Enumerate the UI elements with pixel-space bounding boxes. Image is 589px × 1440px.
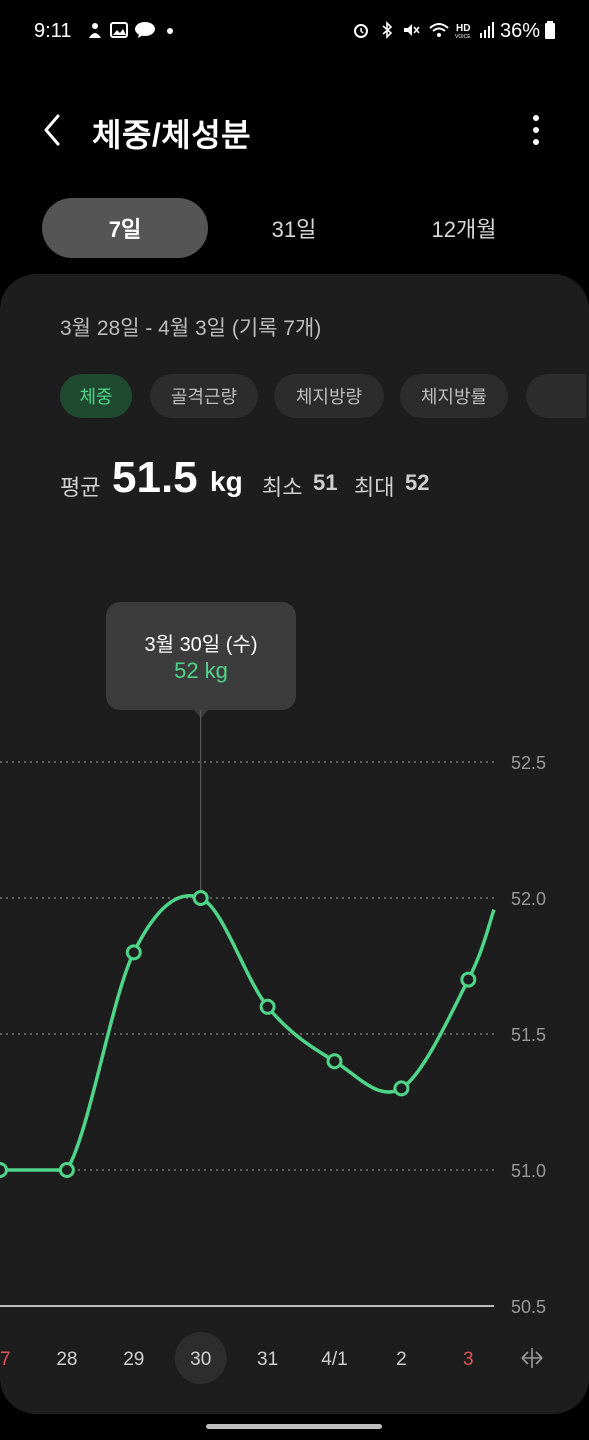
average-label: 평균 (60, 475, 101, 500)
x-tick-label[interactable]: 28 (56, 1349, 77, 1370)
data-point[interactable] (0, 1162, 8, 1178)
chip-skeletal-muscle[interactable]: 골격근량 (150, 374, 258, 418)
data-point[interactable] (393, 1080, 410, 1097)
max-value: 52 (405, 470, 430, 495)
data-point[interactable] (326, 1053, 343, 1070)
bluetooth-icon (382, 21, 393, 39)
battery-icon (545, 21, 555, 39)
alarm-icon (354, 24, 368, 38)
horizontal-scroll-icon[interactable] (521, 1348, 543, 1368)
tab-7-days[interactable]: 7일 (42, 198, 208, 258)
y-tick-label: 52.5 (511, 753, 546, 773)
weight-line (0, 894, 496, 1172)
x-tick-label[interactable]: 4/1 (321, 1349, 347, 1370)
weight-chart[interactable]: 52.5 52.0 51.5 51.0 50.5 27 28 29 30 31 4/1 2 3 (0, 700, 589, 1400)
data-point[interactable] (125, 944, 142, 961)
tab-12-months[interactable]: 12개월 (381, 198, 547, 258)
date-range: 3월 28일 - 4월 3일 (기록 7개) (60, 317, 322, 340)
svg-text:VOICE: VOICE (455, 34, 471, 39)
max-label: 최대 (354, 475, 395, 500)
person-icon (89, 23, 101, 38)
tab-31-days[interactable]: 31일 (211, 198, 377, 258)
x-tick-label[interactable]: 27 (0, 1349, 11, 1370)
back-button[interactable] (36, 110, 76, 150)
battery-percent: 36% (500, 20, 541, 42)
x-tick-label[interactable]: 30 (190, 1349, 211, 1370)
home-indicator[interactable] (206, 1424, 382, 1429)
chip-weight[interactable]: 체중 (60, 374, 132, 418)
data-point[interactable] (58, 1162, 75, 1178)
data-point[interactable] (192, 890, 209, 906)
x-tick-label[interactable]: 2 (396, 1349, 407, 1370)
tooltip-value: 52 kg (174, 658, 228, 683)
data-point[interactable] (259, 998, 276, 1015)
x-tick-label[interactable]: 29 (123, 1349, 144, 1370)
hd-voice-icon: HDVOICE (455, 23, 471, 39)
chip-more[interactable] (526, 374, 586, 418)
x-tick-label[interactable]: 31 (257, 1349, 278, 1370)
signal-icon (480, 22, 494, 38)
y-tick-label: 51.0 (511, 1161, 546, 1181)
dot-icon (167, 28, 173, 34)
data-point[interactable] (460, 971, 477, 988)
image-icon (110, 22, 128, 38)
average-value: 51.5 (112, 453, 198, 502)
chip-body-fat-mass[interactable]: 체지방량 (274, 374, 384, 418)
y-tick-label: 50.5 (511, 1297, 546, 1317)
x-tick-label[interactable]: 3 (463, 1349, 474, 1370)
talk-icon (135, 22, 155, 38)
chip-body-fat-percent[interactable]: 체지방률 (400, 374, 508, 418)
tooltip-date: 3월 30일 (수) (144, 634, 258, 656)
page-title: 체중/체성분 (92, 117, 252, 153)
y-tick-label: 51.5 (511, 1025, 546, 1045)
y-tick-label: 52.0 (511, 889, 546, 909)
wifi-icon (429, 23, 449, 37)
average-unit: kg (210, 466, 243, 497)
svg-text:HD: HD (456, 23, 470, 34)
more-options-button[interactable] (520, 110, 552, 150)
min-value: 51 (313, 470, 338, 495)
mute-icon (404, 24, 420, 36)
status-time: 9:11 (34, 20, 72, 42)
min-label: 최소 (262, 475, 303, 500)
